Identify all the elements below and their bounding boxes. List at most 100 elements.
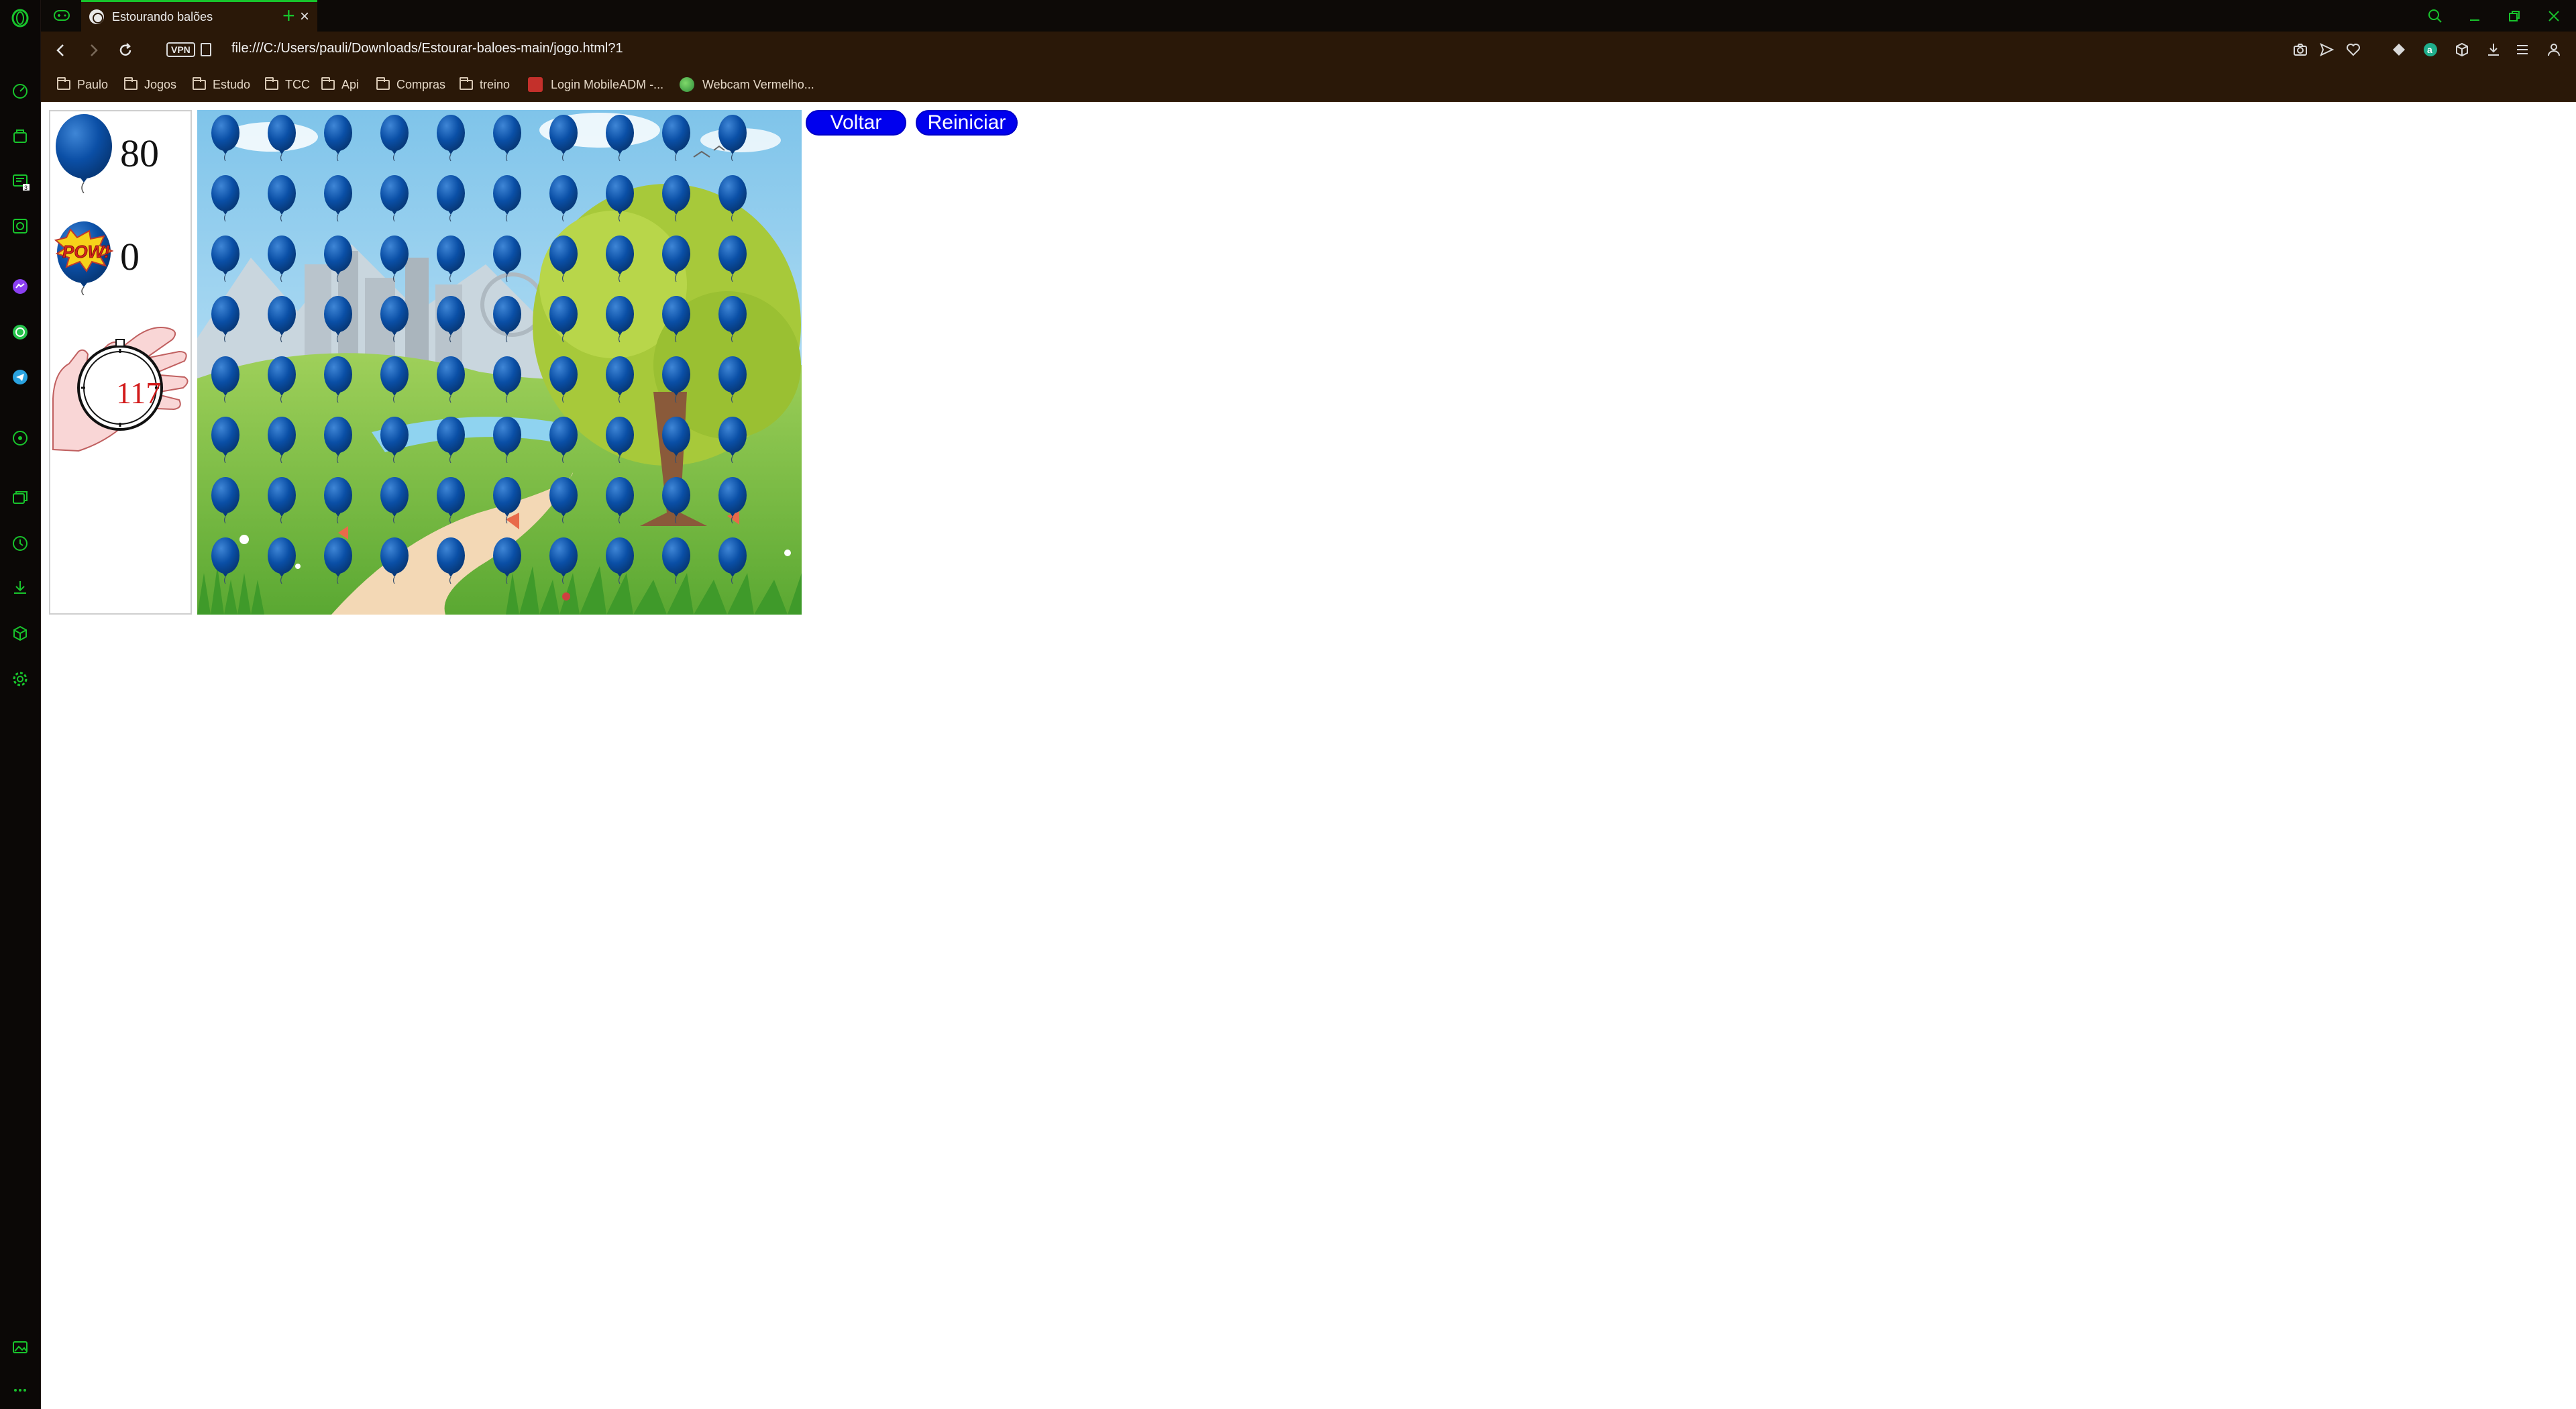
balloon[interactable] [437,236,465,282]
balloon[interactable] [211,175,239,222]
balloon[interactable] [324,417,352,464]
minimize-icon[interactable] [2463,4,2487,28]
account-a-icon[interactable]: a [2420,40,2440,60]
balloon[interactable] [211,296,239,343]
balloon[interactable] [380,356,409,403]
extensions-icon[interactable] [10,623,30,643]
new-tab-plus-icon[interactable]: + [282,3,295,28]
balloon[interactable] [211,417,239,464]
balloon[interactable] [662,236,690,282]
balloon[interactable] [493,537,521,584]
balloon[interactable] [549,417,578,464]
balloon[interactable] [324,236,352,282]
reload-icon[interactable] [115,40,136,61]
forward-icon[interactable] [83,40,104,61]
balloon[interactable] [549,175,578,222]
twitch-icon[interactable] [10,216,30,236]
balloon[interactable] [324,175,352,222]
balloon[interactable] [437,537,465,584]
balloon[interactable] [606,115,634,162]
balloon[interactable] [718,477,747,524]
balloon[interactable] [718,417,747,464]
more-icon[interactable] [10,1380,30,1400]
balloon[interactable] [268,537,296,584]
player-icon[interactable] [10,428,30,448]
balloon[interactable] [380,175,409,222]
balloon[interactable] [493,296,521,343]
balloon[interactable] [662,356,690,403]
balloon[interactable] [662,417,690,464]
balloon[interactable] [268,175,296,222]
bookmark-folder-estudo[interactable]: Estudo [193,76,250,93]
balloon[interactable] [549,537,578,584]
balloon[interactable] [606,477,634,524]
wallpaper-icon[interactable] [10,1337,30,1357]
history-icon[interactable] [10,533,30,554]
balloon[interactable] [493,417,521,464]
restore-icon[interactable] [2502,4,2526,28]
balloon[interactable] [211,537,239,584]
balloon[interactable] [380,477,409,524]
balloon[interactable] [493,477,521,524]
bookmark-login-mobileadm[interactable]: Login MobileADM -... [528,76,663,93]
search-tabs-icon[interactable] [2423,4,2447,28]
balloon[interactable] [437,296,465,343]
balloon[interactable] [380,296,409,343]
whatsapp-icon[interactable] [10,322,30,342]
balloon[interactable] [268,356,296,403]
balloon[interactable] [549,236,578,282]
address-bar-url[interactable]: file:///C:/Users/pauli/Downloads/Estoura… [231,41,623,56]
balloon[interactable] [606,537,634,584]
gx-corner-icon[interactable] [10,126,30,146]
messenger-icon[interactable] [10,276,30,297]
tabs-icon[interactable] [10,488,30,508]
news-icon[interactable]: 3 [10,171,30,191]
cube-icon[interactable] [2452,40,2472,60]
send-icon[interactable] [2316,40,2337,60]
profile-icon[interactable] [2544,40,2564,60]
balloon[interactable] [493,115,521,162]
balloon[interactable] [662,537,690,584]
game-board[interactable] [197,110,802,615]
balloon[interactable] [718,356,747,403]
balloon[interactable] [380,236,409,282]
tab-close-icon[interactable]: × [300,9,309,25]
download-icon[interactable] [2483,40,2504,60]
gamepad-tab-icon[interactable] [53,7,70,23]
downloads-icon[interactable] [10,577,30,597]
balloon[interactable] [662,175,690,222]
bookmark-folder-treino[interactable]: treino [460,76,510,93]
gx-control-icon[interactable] [10,81,30,101]
balloon[interactable] [268,477,296,524]
settings-gear-icon[interactable] [10,669,30,689]
balloon[interactable] [606,236,634,282]
balloon[interactable] [549,477,578,524]
balloon[interactable] [493,175,521,222]
voltar-button[interactable]: Voltar [806,110,906,136]
balloon[interactable] [606,356,634,403]
page-info-icon[interactable] [201,43,211,56]
balloon[interactable] [211,356,239,403]
balloon[interactable] [380,115,409,162]
balloon[interactable] [437,115,465,162]
balloon[interactable] [549,296,578,343]
balloon[interactable] [211,236,239,282]
balloon[interactable] [493,236,521,282]
easy-setup-menu-icon[interactable] [2512,40,2532,60]
balloon[interactable] [662,477,690,524]
balloon[interactable] [549,115,578,162]
balloon[interactable] [718,115,747,162]
balloon-grid[interactable] [197,110,802,615]
balloon[interactable] [324,296,352,343]
balloon[interactable] [718,296,747,343]
balloon[interactable] [437,417,465,464]
telegram-icon[interactable] [10,367,30,387]
balloon[interactable] [549,356,578,403]
balloon[interactable] [606,417,634,464]
balloon[interactable] [211,477,239,524]
balloon[interactable] [268,236,296,282]
balloon[interactable] [324,356,352,403]
balloon[interactable] [718,236,747,282]
balloon[interactable] [211,115,239,162]
balloon[interactable] [268,296,296,343]
